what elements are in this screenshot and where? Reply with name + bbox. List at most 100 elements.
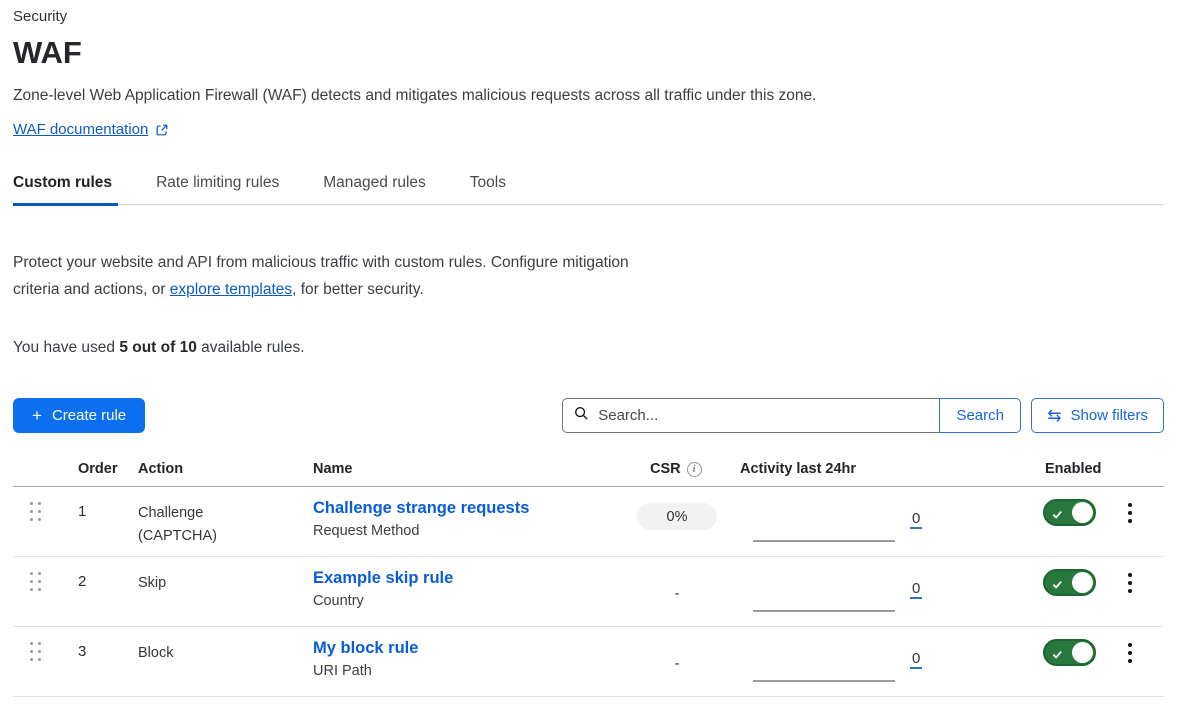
enabled-toggle[interactable]	[1043, 569, 1096, 596]
kebab-menu-icon[interactable]	[1128, 643, 1138, 663]
drag-handle-cell	[13, 487, 65, 556]
table-row: 3 Block My block rule URI Path - 0	[13, 627, 1164, 697]
csr-value: 0%	[637, 503, 717, 530]
search-button[interactable]: Search	[939, 398, 1021, 433]
activity-sparkline	[753, 680, 895, 682]
column-header-csr: CSR i	[627, 461, 727, 477]
show-filters-label: Show filters	[1070, 407, 1148, 424]
toggle-knob	[1072, 572, 1093, 593]
row-menu-cell	[1115, 487, 1164, 556]
search-box	[562, 398, 940, 433]
drag-handle-cell	[13, 627, 65, 696]
rule-action-line1: Block	[138, 642, 300, 665]
search-group: Search ⇆ Show filters	[562, 398, 1164, 433]
activity-sparkline	[753, 610, 895, 612]
rule-order: 3	[65, 627, 125, 696]
rule-name-cell: Example skip rule Country	[300, 557, 627, 626]
intro-line1: Protect your website and API from malici…	[13, 254, 629, 271]
rules-table: Order Action Name CSR i Activity last 24…	[13, 461, 1164, 697]
csr-cell: -	[627, 557, 727, 626]
table-body: 1 Challenge (CAPTCHA) Challenge strange …	[13, 487, 1164, 697]
enabled-cell	[1032, 487, 1115, 556]
toggle-knob	[1072, 502, 1093, 523]
rule-action: Skip	[125, 557, 300, 626]
rule-action-line1: Challenge	[138, 502, 300, 525]
activity-count[interactable]: 0	[910, 510, 922, 529]
enabled-toggle[interactable]	[1043, 639, 1096, 666]
enabled-cell	[1032, 557, 1115, 626]
activity-cell: 0	[727, 627, 1032, 696]
kebab-menu-icon[interactable]	[1128, 573, 1138, 593]
toggle-knob	[1072, 642, 1093, 663]
enabled-toggle[interactable]	[1043, 499, 1096, 526]
rule-name-cell: Challenge strange requests Request Metho…	[300, 487, 627, 556]
column-header-action: Action	[125, 461, 300, 477]
csr-label: CSR	[650, 461, 681, 477]
plus-icon: +	[32, 407, 42, 424]
intro-line2-post: , for better security.	[292, 281, 424, 298]
rule-action: Block	[125, 627, 300, 696]
activity-cell: 0	[727, 487, 1032, 556]
rule-name-link[interactable]: Example skip rule	[313, 569, 453, 588]
create-rule-label: Create rule	[52, 407, 126, 424]
drag-handle-icon[interactable]	[30, 642, 41, 661]
external-link-icon	[155, 123, 169, 137]
page-description: Zone-level Web Application Firewall (WAF…	[13, 86, 1164, 106]
page-title: WAF	[13, 34, 1164, 72]
intro-line2-pre: criteria and actions, or	[13, 281, 170, 298]
column-header-activity: Activity last 24hr	[727, 461, 1032, 477]
column-header-order: Order	[65, 461, 125, 477]
tab-managed-rules[interactable]: Managed rules	[323, 174, 432, 206]
usage-pre: You have used	[13, 339, 119, 356]
breadcrumb: Security	[13, 8, 1164, 26]
info-icon[interactable]: i	[687, 462, 702, 477]
tab-custom-rules[interactable]: Custom rules	[13, 174, 118, 206]
usage-summary: You have used 5 out of 10 available rule…	[13, 339, 1164, 357]
doc-link-row: WAF documentation	[13, 121, 1164, 138]
swap-arrows-icon: ⇆	[1047, 407, 1061, 424]
activity-count[interactable]: 0	[910, 650, 922, 669]
header-menu-spacer	[1115, 461, 1164, 477]
enabled-cell	[1032, 627, 1115, 696]
rule-name-link[interactable]: Challenge strange requests	[313, 499, 529, 518]
rule-match-field: Request Method	[313, 523, 627, 539]
rule-action-line2: (CAPTCHA)	[138, 525, 300, 548]
tab-tools[interactable]: Tools	[470, 174, 512, 206]
tab-rate-limiting-rules[interactable]: Rate limiting rules	[156, 174, 285, 206]
row-menu-cell	[1115, 627, 1164, 696]
toolbar: + Create rule Search ⇆ Show filters	[13, 398, 1164, 433]
create-rule-button[interactable]: + Create rule	[13, 398, 145, 433]
waf-page: Security WAF Zone-level Web Application …	[0, 0, 1177, 697]
csr-cell: -	[627, 627, 727, 696]
header-handle-spacer	[13, 461, 65, 477]
row-menu-cell	[1115, 557, 1164, 626]
drag-handle-cell	[13, 557, 65, 626]
table-row: 2 Skip Example skip rule Country - 0	[13, 557, 1164, 627]
waf-documentation-link[interactable]: WAF documentation	[13, 121, 148, 138]
search-input[interactable]	[598, 407, 928, 424]
tab-bar: Custom rules Rate limiting rules Managed…	[13, 174, 1164, 205]
check-icon	[1052, 577, 1063, 595]
drag-handle-icon[interactable]	[30, 572, 41, 591]
activity-sparkline	[753, 540, 895, 542]
csr-value: -	[675, 585, 680, 626]
check-icon	[1052, 507, 1063, 525]
explore-templates-link[interactable]: explore templates	[170, 281, 292, 298]
usage-count: 5 out of 10	[119, 339, 197, 356]
column-header-enabled: Enabled	[1032, 461, 1115, 477]
usage-post: available rules.	[197, 339, 305, 356]
rule-order: 2	[65, 557, 125, 626]
check-icon	[1052, 647, 1063, 665]
activity-count[interactable]: 0	[910, 580, 922, 599]
csr-cell: 0%	[627, 487, 727, 556]
drag-handle-icon[interactable]	[30, 502, 41, 521]
activity-cell: 0	[727, 557, 1032, 626]
rule-name-link[interactable]: My block rule	[313, 639, 418, 658]
intro-text: Protect your website and API from malici…	[13, 249, 1164, 303]
show-filters-button[interactable]: ⇆ Show filters	[1031, 398, 1164, 433]
rule-order: 1	[65, 487, 125, 556]
kebab-menu-icon[interactable]	[1128, 503, 1138, 523]
table-row: 1 Challenge (CAPTCHA) Challenge strange …	[13, 487, 1164, 557]
rule-match-field: URI Path	[313, 663, 627, 679]
rule-name-cell: My block rule URI Path	[300, 627, 627, 696]
